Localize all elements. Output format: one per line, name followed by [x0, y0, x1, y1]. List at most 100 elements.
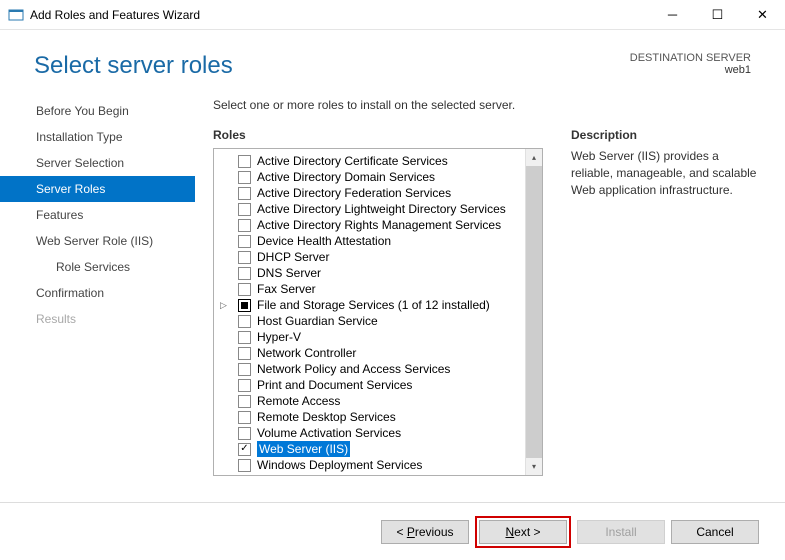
role-label: Network Controller — [257, 345, 356, 361]
role-item[interactable]: Host Guardian Service — [238, 313, 523, 329]
role-item[interactable]: Web Server (IIS) — [238, 441, 523, 457]
role-item[interactable]: DHCP Server — [238, 249, 523, 265]
scroll-down-icon[interactable]: ▾ — [526, 458, 542, 475]
roles-listbox[interactable]: Active Directory Certificate ServicesAct… — [213, 148, 543, 476]
description-text: Web Server (IIS) provides a reliable, ma… — [571, 148, 763, 198]
role-checkbox[interactable] — [238, 251, 251, 264]
scrollbar[interactable]: ▴ ▾ — [525, 149, 542, 475]
role-label: Active Directory Certificate Services — [257, 153, 448, 169]
role-checkbox[interactable] — [238, 411, 251, 424]
role-item[interactable]: Remote Access — [238, 393, 523, 409]
destination-server: DESTINATION SERVER web1 — [630, 52, 751, 76]
role-label: Web Server (IIS) — [257, 441, 350, 457]
role-checkbox[interactable] — [238, 219, 251, 232]
role-label: Remote Access — [257, 393, 340, 409]
role-checkbox[interactable] — [238, 235, 251, 248]
wizard-header: Select server roles DESTINATION SERVER w… — [0, 30, 785, 90]
role-item[interactable]: Fax Server — [238, 281, 523, 297]
role-label: Active Directory Federation Services — [257, 185, 451, 201]
role-checkbox[interactable] — [238, 443, 251, 456]
role-checkbox[interactable] — [238, 299, 251, 312]
role-checkbox[interactable] — [238, 459, 251, 472]
next-button[interactable]: Next > — [479, 520, 567, 544]
role-checkbox[interactable] — [238, 379, 251, 392]
role-checkbox[interactable] — [238, 331, 251, 344]
role-item[interactable]: Active Directory Lightweight Directory S… — [238, 201, 523, 217]
wizard-step[interactable]: Web Server Role (IIS) — [0, 228, 195, 254]
role-checkbox[interactable] — [238, 347, 251, 360]
install-button: Install — [577, 520, 665, 544]
role-label: File and Storage Services (1 of 12 insta… — [257, 297, 490, 313]
role-checkbox[interactable] — [238, 395, 251, 408]
maximize-button[interactable]: ☐ — [695, 0, 740, 30]
role-item[interactable]: Active Directory Domain Services — [238, 169, 523, 185]
description-label: Description — [571, 128, 763, 142]
role-label: DHCP Server — [257, 249, 329, 265]
destination-label: DESTINATION SERVER — [630, 52, 751, 64]
wizard-step[interactable]: Server Roles — [0, 176, 195, 202]
role-label: Hyper-V — [257, 329, 301, 345]
role-checkbox[interactable] — [238, 363, 251, 376]
description-column: Description Web Server (IIS) provides a … — [571, 98, 763, 502]
role-label: Network Policy and Access Services — [257, 361, 450, 377]
scroll-thumb[interactable] — [526, 166, 542, 458]
role-label: Remote Desktop Services — [257, 409, 396, 425]
wizard-step[interactable]: Before You Begin — [0, 98, 195, 124]
role-item[interactable]: Windows Deployment Services — [238, 457, 523, 473]
roles-label: Roles — [213, 128, 543, 142]
app-icon — [8, 7, 24, 23]
minimize-button[interactable]: ─ — [650, 0, 695, 30]
role-item[interactable]: Network Policy and Access Services — [238, 361, 523, 377]
wizard-step[interactable]: Role Services — [0, 254, 195, 280]
role-item[interactable]: Hyper-V — [238, 329, 523, 345]
page-title: Select server roles — [34, 52, 630, 80]
role-checkbox[interactable] — [238, 171, 251, 184]
role-item[interactable]: Device Health Attestation — [238, 233, 523, 249]
wizard-steps-sidebar: Before You BeginInstallation TypeServer … — [0, 90, 195, 502]
role-checkbox[interactable] — [238, 283, 251, 296]
role-checkbox[interactable] — [238, 315, 251, 328]
titlebar: Add Roles and Features Wizard ─ ☐ ✕ — [0, 0, 785, 30]
scroll-up-icon[interactable]: ▴ — [526, 149, 542, 166]
previous-button[interactable]: < Previous — [381, 520, 469, 544]
role-label: Active Directory Rights Management Servi… — [257, 217, 501, 233]
wizard-step[interactable]: Installation Type — [0, 124, 195, 150]
next-button-highlight: Next > — [475, 516, 571, 548]
main-panel: Select one or more roles to install on t… — [195, 90, 763, 502]
role-checkbox[interactable] — [238, 187, 251, 200]
role-item[interactable]: DNS Server — [238, 265, 523, 281]
instruction-text: Select one or more roles to install on t… — [213, 98, 543, 112]
close-button[interactable]: ✕ — [740, 0, 785, 30]
role-label: DNS Server — [257, 265, 321, 281]
role-item[interactable]: Print and Document Services — [238, 377, 523, 393]
role-checkbox[interactable] — [238, 203, 251, 216]
wizard-footer: < Previous Next > Install Cancel — [0, 502, 785, 560]
wizard-step[interactable]: Confirmation — [0, 280, 195, 306]
role-label: Volume Activation Services — [257, 425, 401, 441]
role-item[interactable]: Active Directory Certificate Services — [238, 153, 523, 169]
window-controls: ─ ☐ ✕ — [650, 0, 785, 30]
role-item[interactable]: Remote Desktop Services — [238, 409, 523, 425]
role-label: Print and Document Services — [257, 377, 412, 393]
role-label: Active Directory Domain Services — [257, 169, 435, 185]
wizard-step[interactable]: Features — [0, 202, 195, 228]
role-label: Host Guardian Service — [257, 313, 378, 329]
role-label: Device Health Attestation — [257, 233, 391, 249]
role-label: Windows Deployment Services — [257, 457, 422, 473]
role-item[interactable]: Network Controller — [238, 345, 523, 361]
destination-value: web1 — [630, 64, 751, 76]
role-item[interactable]: Active Directory Rights Management Servi… — [238, 217, 523, 233]
role-item[interactable]: ▷File and Storage Services (1 of 12 inst… — [238, 297, 523, 313]
cancel-button[interactable]: Cancel — [671, 520, 759, 544]
expand-icon[interactable]: ▷ — [220, 297, 227, 313]
role-checkbox[interactable] — [238, 267, 251, 280]
role-checkbox[interactable] — [238, 155, 251, 168]
wizard-step[interactable]: Server Selection — [0, 150, 195, 176]
role-checkbox[interactable] — [238, 427, 251, 440]
window-title: Add Roles and Features Wizard — [30, 8, 650, 22]
wizard-step: Results — [0, 306, 195, 332]
content-area: Before You BeginInstallation TypeServer … — [0, 90, 785, 502]
role-item[interactable]: Active Directory Federation Services — [238, 185, 523, 201]
role-label: Active Directory Lightweight Directory S… — [257, 201, 506, 217]
role-item[interactable]: Volume Activation Services — [238, 425, 523, 441]
